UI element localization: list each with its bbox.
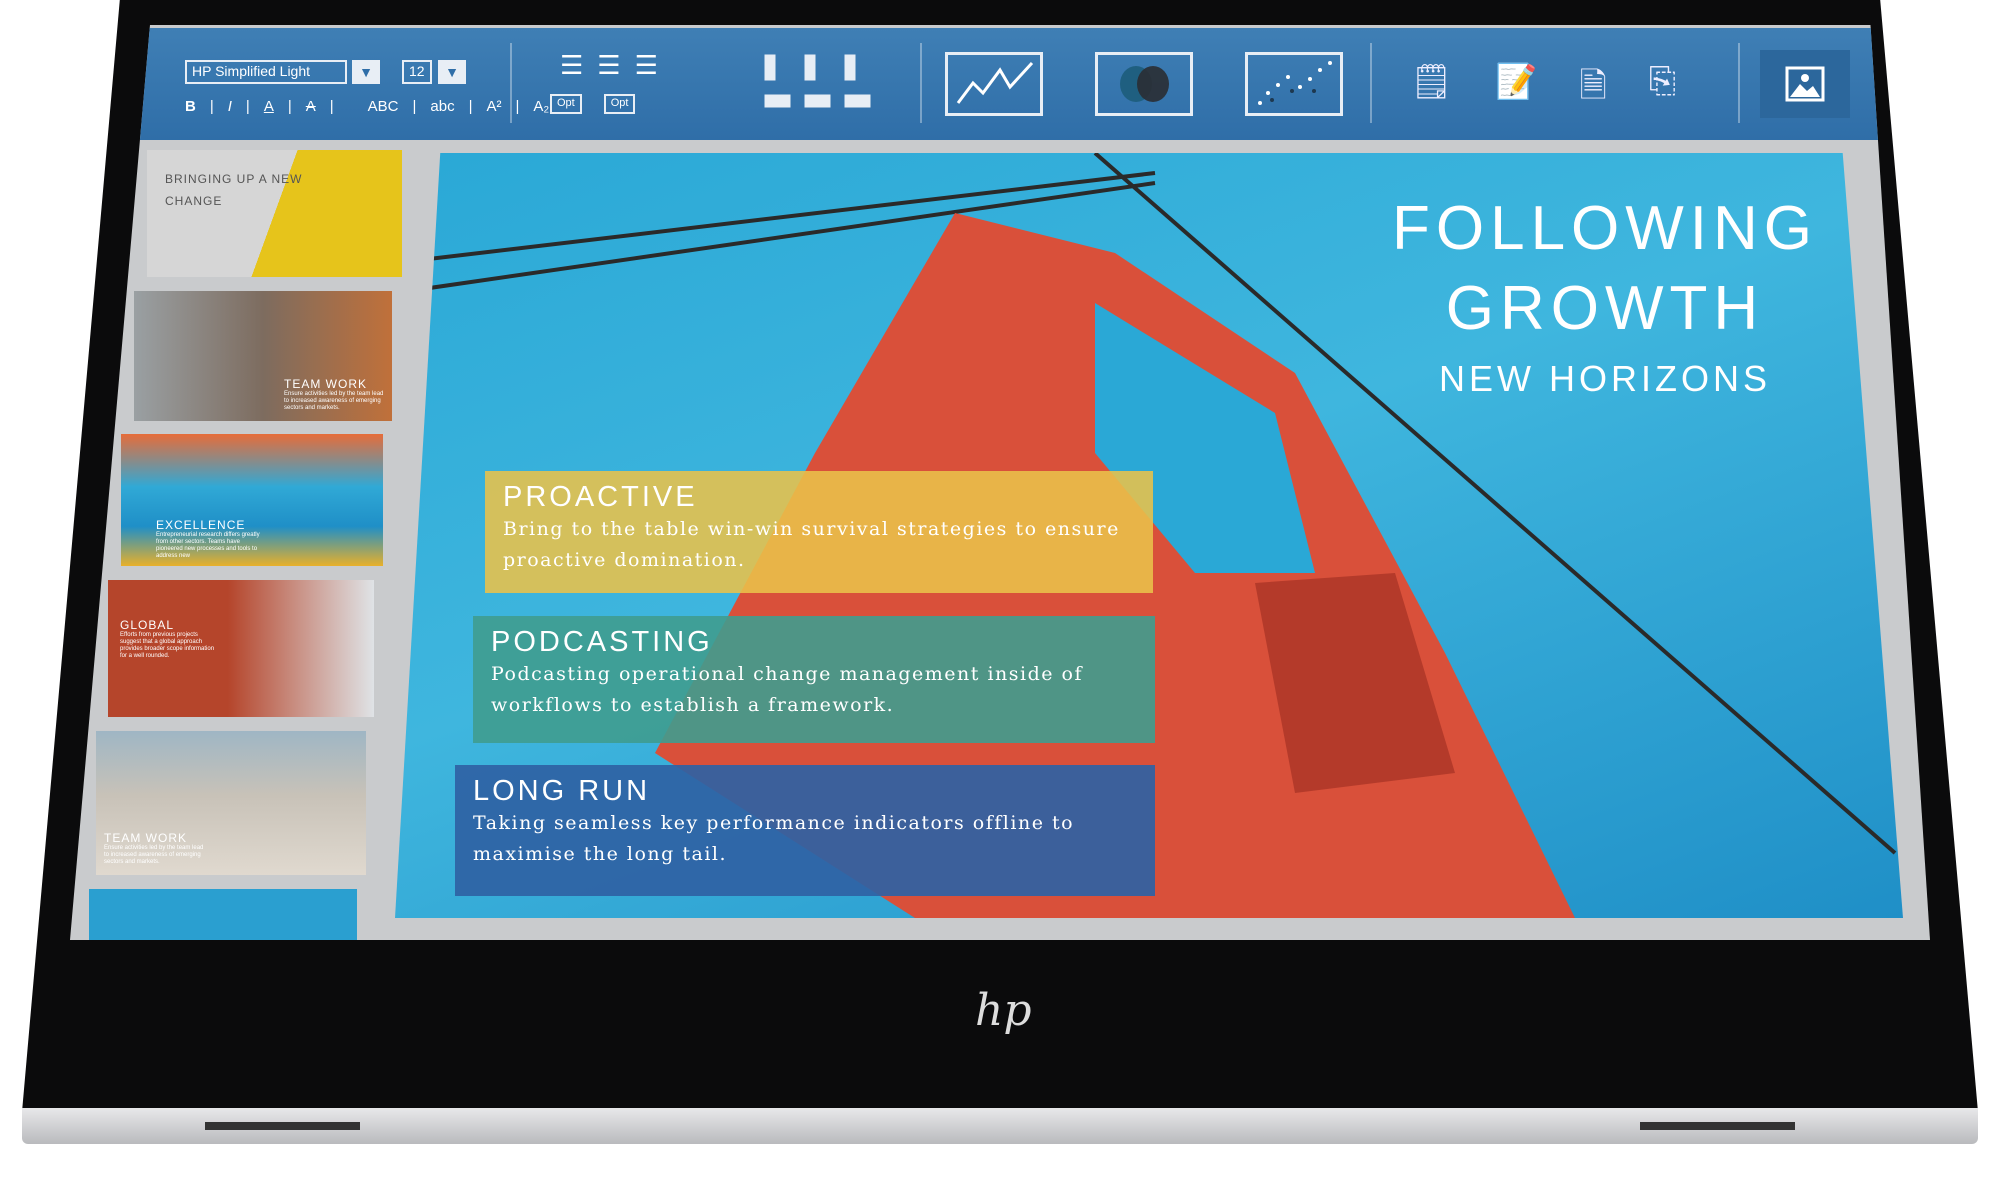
band-heading: PODCASTING: [491, 626, 713, 658]
font-size-dropdown-button[interactable]: ▼: [438, 60, 466, 84]
object-align-icons[interactable]: [760, 50, 880, 130]
notepad-icon[interactable]: 🗒: [1410, 62, 1453, 119]
notepad-add-icon[interactable]: 📝: [1495, 62, 1537, 119]
thumbnail-text: Ensure activities led by the team lead t…: [284, 391, 384, 411]
indent-right-button[interactable]: Opt: [603, 94, 636, 114]
band-podcasting: PODCASTING Podcasting operational change…: [473, 616, 1155, 743]
subscript-button[interactable]: A₂: [533, 98, 549, 115]
scatter-chart-button[interactable]: [1245, 52, 1343, 116]
insert-image-button[interactable]: [1760, 50, 1850, 118]
lowercase-button[interactable]: abc: [430, 98, 454, 115]
thumbnail-text: Ensure activities led by the team lead t…: [104, 845, 204, 865]
hp-logo: hp: [975, 985, 1032, 1036]
thumbnail-text: Entrepreneurial research differs greatly…: [156, 532, 260, 559]
band-heading: LONG RUN: [473, 775, 651, 807]
band-text: Taking seamless key performance indicato…: [473, 812, 1075, 865]
superscript-button[interactable]: A²: [487, 98, 502, 115]
slide-canvas[interactable]: FOLLOWING GROWTH NEW HORIZONS PROACTIVE …: [395, 153, 1903, 918]
underline-button[interactable]: A: [264, 98, 274, 115]
divider: [510, 43, 512, 123]
band-text: Podcasting operational change management…: [491, 663, 1084, 716]
divider: [1738, 43, 1740, 123]
bold-button[interactable]: B: [185, 98, 196, 115]
slide-thumbnail[interactable]: GLOBAL Efforts from previous projects su…: [108, 580, 374, 717]
slide-thumbnail[interactable]: TEAM WORK Ensure activities led by the t…: [96, 731, 366, 875]
copy-icon[interactable]: ⎘: [1649, 62, 1676, 119]
line-chart-icon: [956, 61, 1034, 104]
document-icon[interactable]: 🗎: [1580, 62, 1607, 119]
line-chart-button[interactable]: [945, 52, 1043, 116]
thumbnail-title: BRINGING UP A NEW CHANGE: [165, 172, 303, 208]
toolbar: HP Simplified Light ▼ 12 ▼ B | I | A | A | A…: [70, 28, 1930, 140]
monitor-foot-left: [205, 1122, 360, 1130]
align-buttons[interactable]: ☰☰☰: [560, 50, 672, 81]
slide-thumbnail[interactable]: TEAM WORK Ensure activities led by the t…: [134, 291, 392, 421]
monitor-foot-right: [1640, 1122, 1795, 1130]
band-long-run: LONG RUN Taking seamless key performance…: [455, 765, 1155, 896]
divider: [1370, 43, 1372, 123]
text-format-row: B | I | A | A | ABC | abc | A² | A₂: [185, 98, 550, 115]
screen: HP Simplified Light ▼ 12 ▼ B | I | A | A | A…: [70, 25, 1930, 940]
slide-thumbnail[interactable]: [89, 889, 357, 940]
strikethrough-button[interactable]: A: [306, 98, 316, 115]
band-heading: PROACTIVE: [503, 481, 698, 513]
font-family-dropdown-button[interactable]: ▼: [352, 60, 380, 84]
italic-button[interactable]: I: [228, 98, 232, 115]
divider: [920, 43, 922, 123]
thumbnail-title: TEAM WORK: [284, 377, 367, 391]
slide-thumbnail[interactable]: BRINGING UP A NEW CHANGE: [147, 150, 402, 277]
band-proactive: PROACTIVE Bring to the table win-win sur…: [485, 471, 1153, 593]
slide-thumbnail[interactable]: EXCELLENCE Entrepreneurial research diff…: [121, 434, 383, 566]
slide-title-line2: GROWTH: [1445, 274, 1765, 343]
font-family-select[interactable]: HP Simplified Light: [185, 60, 347, 84]
venn-chart-button[interactable]: [1095, 52, 1193, 116]
thumbnail-title: EXCELLENCE: [156, 518, 246, 532]
uppercase-button[interactable]: ABC: [368, 98, 399, 115]
scatter-icon: [1258, 61, 1332, 105]
venn-icon: [1120, 66, 1169, 102]
image-icon: [1785, 66, 1825, 102]
band-text: Bring to the table win-win survival stra…: [503, 518, 1120, 571]
thumbnail-title: TEAM WORK: [104, 831, 187, 845]
slide-title-line1: FOLLOWING: [1391, 194, 1819, 263]
font-size-select[interactable]: 12: [402, 60, 432, 84]
indent-left-button[interactable]: Opt: [550, 94, 582, 114]
thumbnail-text: Efforts from previous projects suggest t…: [120, 632, 215, 659]
thumbnail-title: GLOBAL: [120, 618, 175, 632]
slide-subtitle: NEW HORIZONS: [1439, 358, 1771, 399]
